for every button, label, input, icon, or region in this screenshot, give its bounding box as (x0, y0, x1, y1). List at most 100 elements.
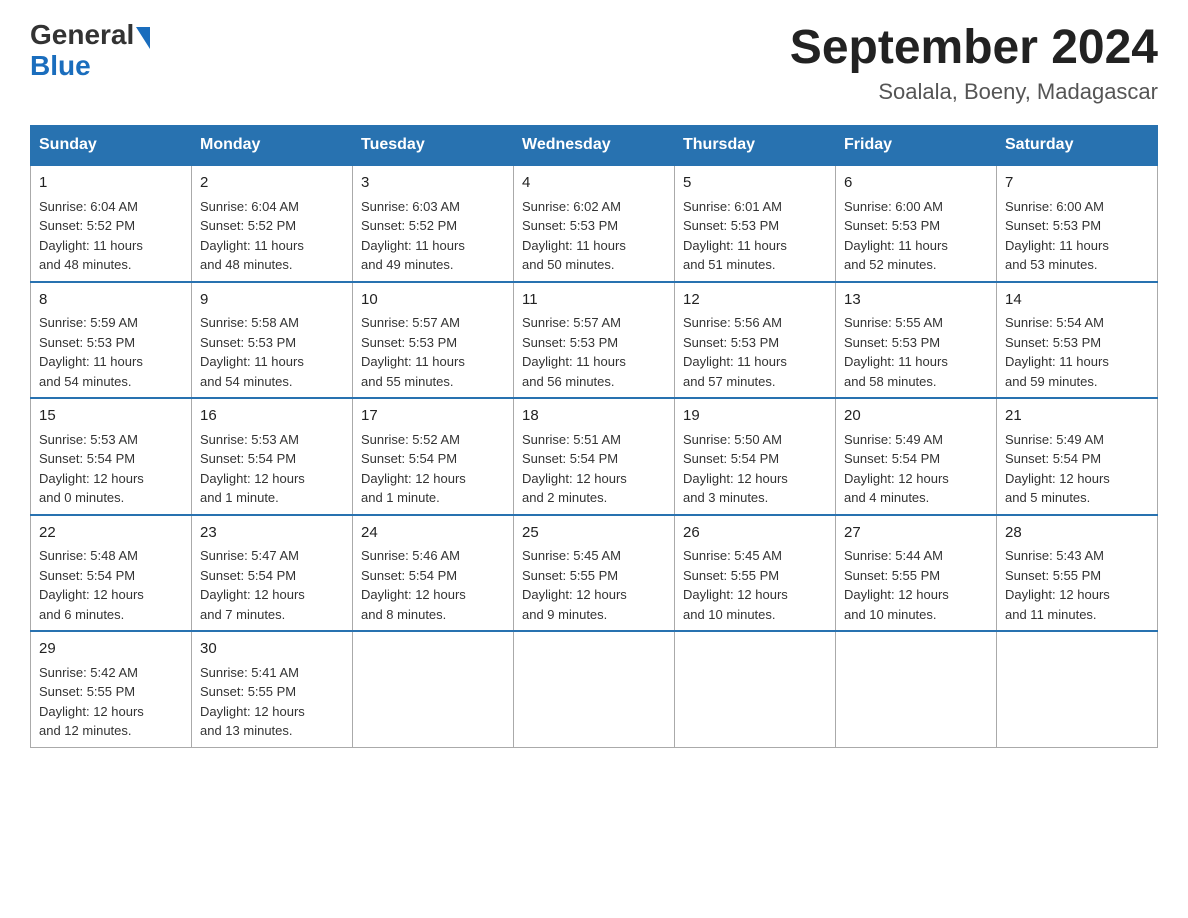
day-number: 24 (361, 522, 505, 545)
day-number: 2 (200, 172, 344, 195)
sunrise-label: Sunrise: 5:43 AM (1005, 548, 1104, 563)
calendar-cell: 23 Sunrise: 5:47 AM Sunset: 5:54 PM Dayl… (192, 515, 353, 632)
day-number: 23 (200, 522, 344, 545)
sunset-label: Sunset: 5:53 PM (522, 335, 618, 350)
calendar-cell: 26 Sunrise: 5:45 AM Sunset: 5:55 PM Dayl… (675, 515, 836, 632)
daylight-label: Daylight: 12 hoursand 2 minutes. (522, 471, 627, 506)
calendar-cell: 24 Sunrise: 5:46 AM Sunset: 5:54 PM Dayl… (353, 515, 514, 632)
sunrise-label: Sunrise: 5:45 AM (683, 548, 782, 563)
sunset-label: Sunset: 5:54 PM (39, 451, 135, 466)
sunrise-label: Sunrise: 5:59 AM (39, 315, 138, 330)
sunrise-label: Sunrise: 5:51 AM (522, 432, 621, 447)
calendar-cell: 2 Sunrise: 6:04 AM Sunset: 5:52 PM Dayli… (192, 165, 353, 282)
calendar-cell: 11 Sunrise: 5:57 AM Sunset: 5:53 PM Dayl… (514, 282, 675, 399)
calendar-cell: 16 Sunrise: 5:53 AM Sunset: 5:54 PM Dayl… (192, 398, 353, 515)
title-area: September 2024 Soalala, Boeny, Madagasca… (790, 20, 1158, 105)
sunset-label: Sunset: 5:54 PM (200, 568, 296, 583)
day-number: 22 (39, 522, 183, 545)
daylight-label: Daylight: 11 hoursand 55 minutes. (361, 354, 465, 389)
week-row-4: 22 Sunrise: 5:48 AM Sunset: 5:54 PM Dayl… (31, 515, 1158, 632)
daylight-label: Daylight: 12 hoursand 4 minutes. (844, 471, 949, 506)
sunset-label: Sunset: 5:55 PM (1005, 568, 1101, 583)
calendar-cell: 30 Sunrise: 5:41 AM Sunset: 5:55 PM Dayl… (192, 631, 353, 747)
daylight-label: Daylight: 11 hoursand 57 minutes. (683, 354, 787, 389)
daylight-label: Daylight: 11 hoursand 49 minutes. (361, 238, 465, 273)
sunset-label: Sunset: 5:53 PM (844, 335, 940, 350)
sunset-label: Sunset: 5:52 PM (361, 218, 457, 233)
daylight-label: Daylight: 12 hoursand 5 minutes. (1005, 471, 1110, 506)
sunrise-label: Sunrise: 5:53 AM (39, 432, 138, 447)
day-number: 20 (844, 405, 988, 428)
calendar-cell: 6 Sunrise: 6:00 AM Sunset: 5:53 PM Dayli… (836, 165, 997, 282)
sunrise-label: Sunrise: 5:53 AM (200, 432, 299, 447)
day-number: 3 (361, 172, 505, 195)
calendar-subtitle: Soalala, Boeny, Madagascar (790, 79, 1158, 105)
day-number: 26 (683, 522, 827, 545)
sunset-label: Sunset: 5:53 PM (522, 218, 618, 233)
daylight-label: Daylight: 12 hoursand 9 minutes. (522, 587, 627, 622)
sunrise-label: Sunrise: 6:02 AM (522, 199, 621, 214)
sunset-label: Sunset: 5:55 PM (683, 568, 779, 583)
sunset-label: Sunset: 5:53 PM (1005, 335, 1101, 350)
sunrise-label: Sunrise: 5:54 AM (1005, 315, 1104, 330)
logo-general-text: General (30, 19, 134, 50)
day-number: 8 (39, 289, 183, 312)
logo-triangle-icon (136, 27, 150, 49)
sunset-label: Sunset: 5:52 PM (39, 218, 135, 233)
sunrise-label: Sunrise: 5:49 AM (1005, 432, 1104, 447)
calendar-cell: 5 Sunrise: 6:01 AM Sunset: 5:53 PM Dayli… (675, 165, 836, 282)
day-number: 16 (200, 405, 344, 428)
daylight-label: Daylight: 12 hoursand 10 minutes. (683, 587, 788, 622)
day-number: 14 (1005, 289, 1149, 312)
day-number: 11 (522, 289, 666, 312)
calendar-cell: 1 Sunrise: 6:04 AM Sunset: 5:52 PM Dayli… (31, 165, 192, 282)
sunrise-label: Sunrise: 5:45 AM (522, 548, 621, 563)
sunset-label: Sunset: 5:54 PM (200, 451, 296, 466)
calendar-cell: 12 Sunrise: 5:56 AM Sunset: 5:53 PM Dayl… (675, 282, 836, 399)
sunset-label: Sunset: 5:54 PM (361, 451, 457, 466)
daylight-label: Daylight: 12 hoursand 0 minutes. (39, 471, 144, 506)
daylight-label: Daylight: 11 hoursand 51 minutes. (683, 238, 787, 273)
day-number: 19 (683, 405, 827, 428)
sunset-label: Sunset: 5:54 PM (1005, 451, 1101, 466)
sunrise-label: Sunrise: 5:57 AM (361, 315, 460, 330)
calendar-cell: 9 Sunrise: 5:58 AM Sunset: 5:53 PM Dayli… (192, 282, 353, 399)
sunrise-label: Sunrise: 6:03 AM (361, 199, 460, 214)
sunset-label: Sunset: 5:55 PM (200, 684, 296, 699)
day-number: 30 (200, 638, 344, 661)
sunrise-label: Sunrise: 6:04 AM (200, 199, 299, 214)
sunrise-label: Sunrise: 5:48 AM (39, 548, 138, 563)
sunset-label: Sunset: 5:55 PM (844, 568, 940, 583)
sunset-label: Sunset: 5:53 PM (361, 335, 457, 350)
sunrise-label: Sunrise: 6:04 AM (39, 199, 138, 214)
sunset-label: Sunset: 5:53 PM (683, 218, 779, 233)
calendar-cell: 28 Sunrise: 5:43 AM Sunset: 5:55 PM Dayl… (997, 515, 1158, 632)
sunrise-label: Sunrise: 5:52 AM (361, 432, 460, 447)
day-number: 4 (522, 172, 666, 195)
daylight-label: Daylight: 12 hoursand 8 minutes. (361, 587, 466, 622)
logo-blue-text: Blue (30, 50, 91, 81)
daylight-label: Daylight: 11 hoursand 58 minutes. (844, 354, 948, 389)
calendar-cell (675, 631, 836, 747)
header-tuesday: Tuesday (353, 126, 514, 166)
day-number: 17 (361, 405, 505, 428)
calendar-cell: 22 Sunrise: 5:48 AM Sunset: 5:54 PM Dayl… (31, 515, 192, 632)
daylight-label: Daylight: 11 hoursand 56 minutes. (522, 354, 626, 389)
day-number: 5 (683, 172, 827, 195)
sunset-label: Sunset: 5:52 PM (200, 218, 296, 233)
sunset-label: Sunset: 5:55 PM (522, 568, 618, 583)
calendar-cell: 27 Sunrise: 5:44 AM Sunset: 5:55 PM Dayl… (836, 515, 997, 632)
week-row-5: 29 Sunrise: 5:42 AM Sunset: 5:55 PM Dayl… (31, 631, 1158, 747)
sunset-label: Sunset: 5:54 PM (683, 451, 779, 466)
sunset-label: Sunset: 5:54 PM (844, 451, 940, 466)
header-thursday: Thursday (675, 126, 836, 166)
daylight-label: Daylight: 12 hoursand 6 minutes. (39, 587, 144, 622)
day-number: 29 (39, 638, 183, 661)
calendar-cell: 8 Sunrise: 5:59 AM Sunset: 5:53 PM Dayli… (31, 282, 192, 399)
daylight-label: Daylight: 12 hoursand 12 minutes. (39, 704, 144, 739)
sunrise-label: Sunrise: 5:57 AM (522, 315, 621, 330)
calendar-cell (514, 631, 675, 747)
sunset-label: Sunset: 5:55 PM (39, 684, 135, 699)
calendar-cell: 29 Sunrise: 5:42 AM Sunset: 5:55 PM Dayl… (31, 631, 192, 747)
sunrise-label: Sunrise: 5:49 AM (844, 432, 943, 447)
